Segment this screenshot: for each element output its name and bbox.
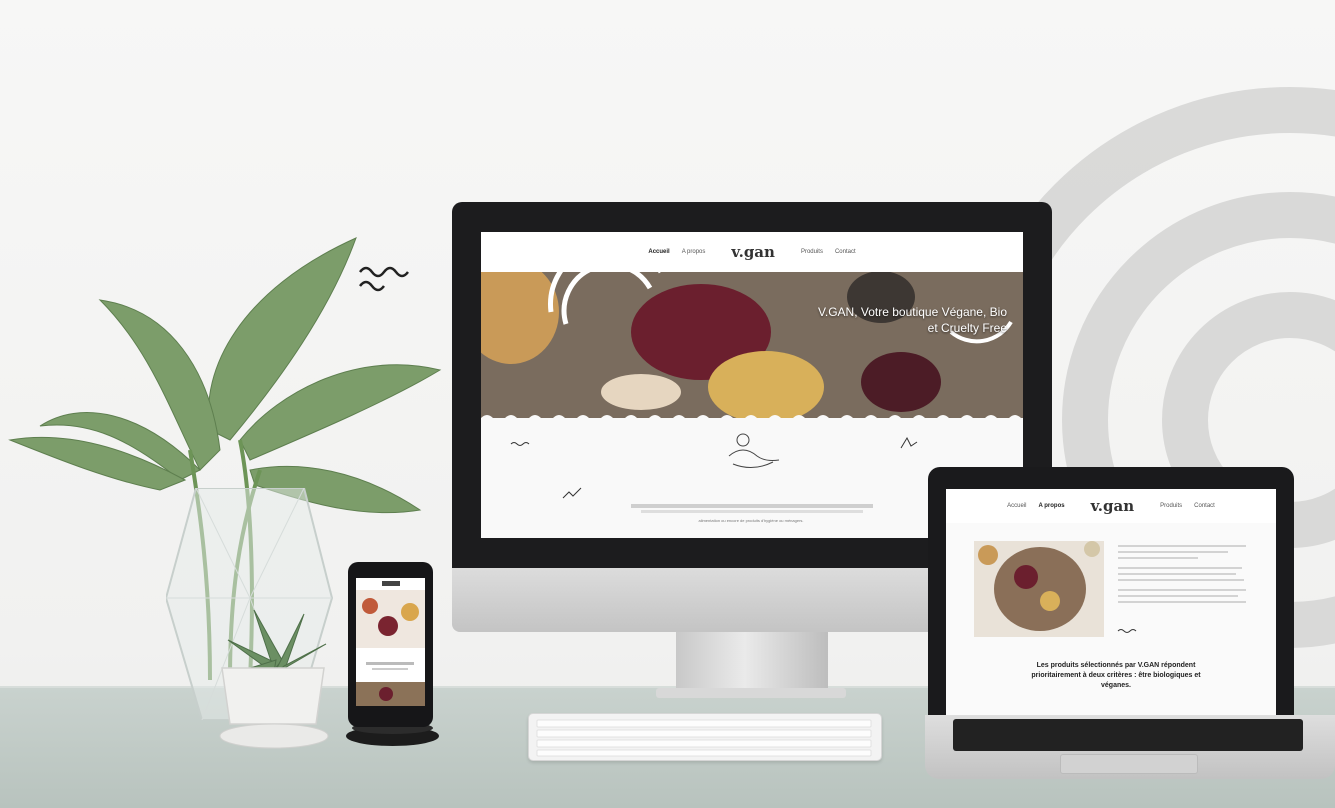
laptop-nav-accueil[interactable]: Accueil [1007,503,1026,509]
phone-screen [356,578,425,706]
imac-stand-base [656,688,846,698]
laptop-nav-a-propos[interactable]: A propos [1038,503,1064,509]
laptop-site-navbar: Accueil A propos v.gan Produits Contact [946,489,1276,523]
nav-link-a-propos[interactable]: A propos [682,249,706,255]
laptop-screen: Accueil A propos v.gan Produits Contact [946,489,1276,717]
nav-link-contact[interactable]: Contact [835,249,856,255]
laptop-logo-text: v.gan [1090,496,1135,515]
scene: Accueil A propos v.gan Produits Contact [0,0,1335,808]
imac-stand [676,630,828,692]
laptop-nav-produits[interactable]: Produits [1160,503,1182,509]
smartphone [348,562,433,727]
hero-banner: V.GAN, Votre boutique Végane, Bio et Cru… [481,272,1023,418]
wireless-keyboard [528,713,882,761]
laptop-keyboard [953,719,1303,751]
hero-food-image [481,272,1023,418]
laptop-vgan-logo[interactable]: v.gan [1090,496,1135,515]
laptop-nav-contact[interactable]: Contact [1194,503,1215,509]
phone-site-preview [356,578,425,706]
logo-text: v.gan [731,242,775,261]
vgan-logo[interactable]: v.gan [731,242,775,261]
site-navbar: Accueil A propos v.gan Produits Contact [481,232,1023,272]
nav-link-produits[interactable]: Produits [801,249,823,255]
hero-title: V.GAN, Votre boutique Végane, Bio et Cru… [817,305,1007,335]
nav-link-accueil[interactable]: Accueil [648,249,669,255]
succulent-pot [219,609,329,749]
laptop-highlight-text: Les produits sélectionnés par V.GAN répo… [1031,662,1201,689]
laptop: Accueil A propos v.gan Produits Contact [928,467,1294,719]
intro-text: alimentation ou encore de produits d'hyg… [698,518,804,523]
laptop-trackpad [1060,754,1198,774]
keyboard-keys [536,719,872,757]
